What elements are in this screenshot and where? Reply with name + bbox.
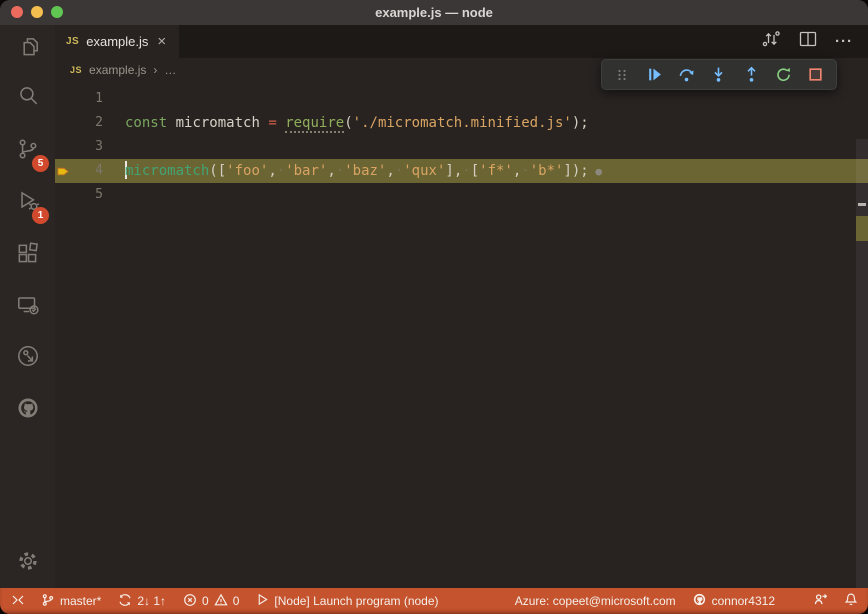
minimize-window-button[interactable] bbox=[31, 6, 43, 18]
debug-step-into-button[interactable] bbox=[707, 63, 731, 87]
feedback-icon bbox=[813, 592, 828, 610]
azure-account-status[interactable]: Azure: copeet@microsoft.com bbox=[515, 594, 676, 608]
ruler-highlight-mark bbox=[856, 216, 868, 241]
close-tab-icon[interactable]: × bbox=[155, 34, 168, 49]
code-text[interactable]: micromatch(['foo',·'bar',·'baz',·'qux'],… bbox=[103, 159, 602, 183]
feedback-button[interactable] bbox=[813, 592, 828, 610]
current-line-arrow-icon[interactable] bbox=[55, 159, 71, 183]
status-bar: master* 2↓ 1↑ 0 0 [Node] Launch program … bbox=[0, 588, 868, 614]
breadcrumb-file[interactable]: example.js bbox=[89, 63, 146, 77]
problems-status[interactable]: 0 0 bbox=[183, 593, 239, 610]
editor-actions: ··· bbox=[761, 25, 868, 58]
remote-explorer-icon bbox=[15, 292, 41, 323]
play-icon bbox=[256, 593, 269, 609]
title-bar: example.js — node bbox=[0, 0, 868, 25]
close-window-button[interactable] bbox=[11, 6, 23, 18]
line-number: 5 bbox=[71, 183, 103, 207]
sidebar-item-run-and-debug[interactable]: 1 bbox=[0, 179, 55, 227]
code-line[interactable]: 4micromatch(['foo',·'bar',·'baz',·'qux']… bbox=[55, 159, 868, 183]
code-editor[interactable]: 12const micromatch = require('./micromat… bbox=[55, 82, 868, 588]
tab-bar: JS example.js × ··· bbox=[55, 25, 868, 58]
remote-icon bbox=[10, 593, 24, 610]
tab-example-js[interactable]: JS example.js × bbox=[55, 25, 179, 58]
bell-icon bbox=[844, 592, 858, 610]
code-text[interactable] bbox=[103, 135, 125, 159]
azure-label: Azure: copeet@microsoft.com bbox=[515, 594, 676, 608]
debug-step-out-button[interactable] bbox=[739, 63, 763, 87]
debug-launch-status[interactable]: [Node] Launch program (node) bbox=[256, 593, 438, 609]
toolbar-gripper-icon[interactable] bbox=[610, 63, 634, 87]
more-actions-icon[interactable]: ··· bbox=[835, 33, 853, 50]
code-text[interactable]: const micromatch = require('./micromatch… bbox=[103, 111, 589, 135]
sidebar-item-remote-explorer[interactable] bbox=[0, 283, 55, 331]
github-icon bbox=[692, 592, 707, 610]
javascript-file-icon: JS bbox=[66, 36, 79, 47]
code-line[interactable]: 5 bbox=[55, 183, 868, 207]
line-number: 2 bbox=[71, 111, 103, 135]
debug-restart-button[interactable] bbox=[772, 63, 796, 87]
code-text[interactable] bbox=[103, 183, 125, 207]
github-account-status[interactable]: connor4312 bbox=[692, 592, 775, 610]
debug-toolbar bbox=[601, 59, 837, 90]
error-count: 0 bbox=[202, 594, 209, 608]
sidebar-item-source-control[interactable]: 5 bbox=[0, 127, 55, 175]
warning-icon bbox=[214, 593, 228, 610]
breadcrumb-symbol[interactable]: … bbox=[164, 63, 176, 77]
code-lines: 12const micromatch = require('./micromat… bbox=[55, 87, 868, 207]
debug-stop-button[interactable] bbox=[804, 63, 828, 87]
split-editor-icon[interactable] bbox=[798, 29, 818, 54]
sidebar-item-live-share[interactable] bbox=[0, 334, 55, 382]
zoom-window-button[interactable] bbox=[51, 6, 63, 18]
breakpoint-gutter[interactable] bbox=[55, 111, 71, 135]
error-icon bbox=[183, 593, 197, 610]
sidebar-item-settings[interactable] bbox=[0, 539, 55, 587]
debug-continue-button[interactable] bbox=[642, 63, 666, 87]
vscode-window: example.js — node 5 1 bbox=[0, 0, 868, 614]
line-number: 3 bbox=[71, 135, 103, 159]
code-line[interactable]: 1 bbox=[55, 87, 868, 111]
breadcrumb-separator: › bbox=[153, 63, 157, 77]
debug-step-over-button[interactable] bbox=[675, 63, 699, 87]
extensions-icon bbox=[15, 241, 41, 272]
line-number: 4 bbox=[71, 159, 103, 183]
overview-ruler[interactable] bbox=[856, 139, 868, 588]
source-control-badge: 5 bbox=[32, 155, 49, 172]
breakpoint-gutter[interactable] bbox=[55, 135, 71, 159]
sync-status[interactable]: 2↓ 1↑ bbox=[118, 593, 166, 610]
notifications-button[interactable] bbox=[844, 592, 858, 610]
code-line[interactable]: 2const micromatch = require('./micromatc… bbox=[55, 111, 868, 135]
sidebar-item-explorer[interactable] bbox=[0, 25, 55, 73]
debug-launch-label: [Node] Launch program (node) bbox=[274, 594, 438, 608]
line-number: 1 bbox=[71, 87, 103, 111]
sync-icon bbox=[118, 593, 132, 610]
code-text[interactable] bbox=[103, 87, 125, 111]
remote-indicator[interactable] bbox=[10, 593, 24, 610]
github-account-label: connor4312 bbox=[712, 594, 775, 608]
search-icon bbox=[15, 83, 41, 114]
breakpoint-gutter[interactable] bbox=[55, 87, 71, 111]
window-title: example.js — node bbox=[0, 5, 868, 20]
tab-label: example.js bbox=[86, 34, 148, 49]
branch-label: master* bbox=[60, 594, 101, 608]
sidebar-item-search[interactable] bbox=[0, 74, 55, 122]
ruler-cursor-mark bbox=[858, 203, 866, 206]
window-controls bbox=[11, 6, 63, 18]
code-line[interactable]: 3 bbox=[55, 135, 868, 159]
sidebar-item-github[interactable] bbox=[0, 386, 55, 434]
git-branch-status[interactable]: master* bbox=[41, 593, 101, 610]
swap-vertical-icon[interactable] bbox=[761, 29, 781, 54]
live-share-icon bbox=[15, 343, 41, 374]
files-icon bbox=[15, 34, 41, 65]
run-and-debug-badge: 1 bbox=[32, 207, 49, 224]
activity-bar: 5 1 bbox=[0, 25, 55, 588]
branch-icon bbox=[41, 593, 55, 610]
breakpoint-gutter[interactable] bbox=[55, 183, 71, 207]
sync-label: 2↓ 1↑ bbox=[137, 594, 166, 608]
gear-icon bbox=[15, 548, 41, 579]
sidebar-item-extensions[interactable] bbox=[0, 232, 55, 280]
github-icon bbox=[15, 395, 41, 426]
warning-count: 0 bbox=[233, 594, 240, 608]
javascript-file-icon: JS bbox=[70, 65, 82, 75]
editor-group: JS example.js × ··· JS example.js › … 12… bbox=[55, 25, 868, 588]
